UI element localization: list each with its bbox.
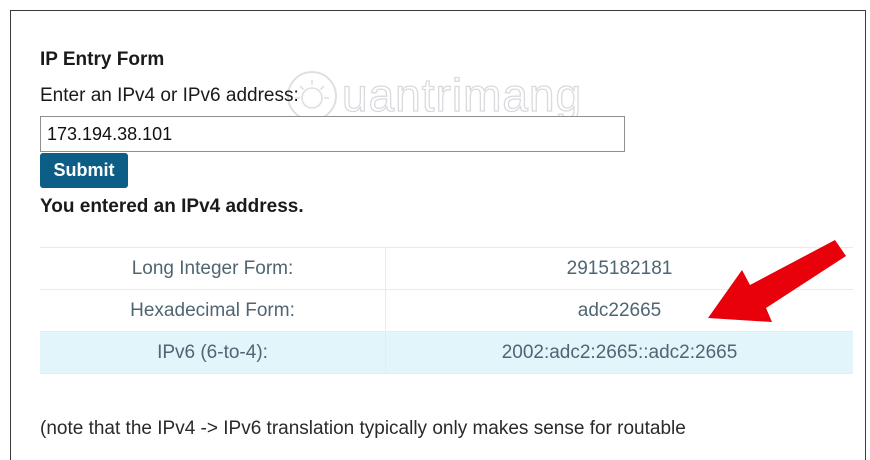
conversion-value: 2002:adc2:2665::adc2:2665 [385, 331, 853, 374]
red-arrow-icon [708, 240, 846, 322]
form-title: IP Entry Form [40, 49, 165, 70]
watermark-text: uantrimang [341, 68, 583, 121]
submit-button[interactable]: Submit [40, 153, 128, 188]
conversion-label: Hexadecimal Form: [40, 289, 386, 332]
table-row: IPv6 (6-to-4): 2002:adc2:2665::adc2:2665 [40, 331, 853, 374]
conversion-label: IPv6 (6-to-4): [40, 331, 386, 374]
ip-address-input[interactable] [40, 116, 625, 152]
result-message: You entered an IPv4 address. [40, 196, 304, 217]
conversion-label: Long Integer Form: [40, 247, 386, 290]
translation-note: (note that the IPv4 -> IPv6 translation … [40, 418, 686, 439]
ip-prompt-label: Enter an IPv4 or IPv6 address: [40, 85, 299, 106]
